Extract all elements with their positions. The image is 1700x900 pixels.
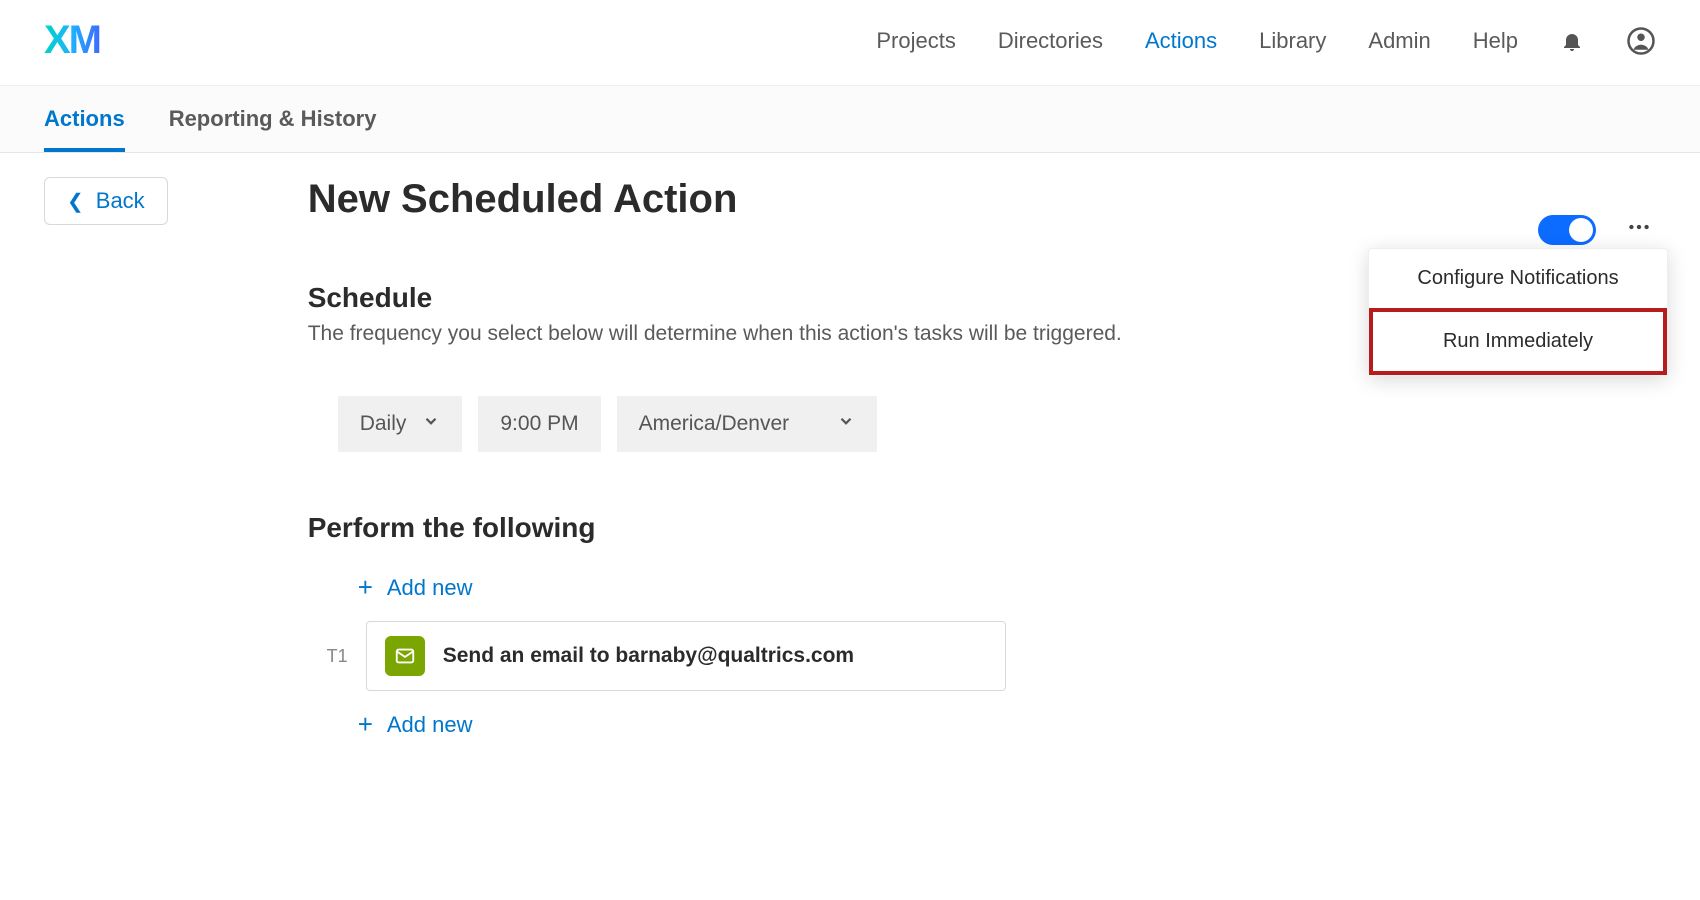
content: ❮ Back New Scheduled Action Configure No… [0,153,1700,764]
chevron-down-icon [837,412,855,436]
plus-icon: + [358,572,373,603]
add-new-label: Add new [387,575,473,601]
plus-icon: + [358,709,373,740]
time-value: 9:00 PM [500,412,578,436]
frequency-value: Daily [360,412,407,436]
top-bar: XM Projects Directories Actions Library … [0,0,1700,85]
add-new-top[interactable]: + Add new [358,572,473,603]
logo: XM [44,18,100,63]
nav-projects[interactable]: Projects [876,28,955,54]
nav-admin[interactable]: Admin [1368,28,1430,54]
timezone-value: America/Denver [639,412,790,436]
nav-library[interactable]: Library [1259,28,1326,54]
subtab-reporting[interactable]: Reporting & History [169,86,377,152]
back-button[interactable]: ❮ Back [44,177,168,225]
timezone-select[interactable]: America/Denver [617,396,877,452]
more-menu: Configure Notifications Run Immediately [1368,248,1668,376]
more-menu-button[interactable] [1622,210,1656,249]
add-new-bottom[interactable]: + Add new [358,709,473,740]
title-actions: Configure Notifications Run Immediately [1538,210,1656,249]
nav-help[interactable]: Help [1473,28,1518,54]
time-select[interactable]: 9:00 PM [478,396,600,452]
chevron-down-icon [422,412,440,436]
nav-actions[interactable]: Actions [1145,28,1217,54]
nav-directories[interactable]: Directories [998,28,1103,54]
chevron-left-icon: ❮ [67,189,84,214]
task-card[interactable]: Send an email to barnaby@qualtrics.com [366,621,1006,691]
enable-toggle[interactable] [1538,215,1596,245]
top-nav: Projects Directories Actions Library Adm… [876,26,1656,56]
menu-run-immediately[interactable]: Run Immediately [1369,308,1667,375]
sub-tabs: Actions Reporting & History [0,85,1700,153]
add-new-label: Add new [387,712,473,738]
menu-configure-notifications[interactable]: Configure Notifications [1369,249,1667,308]
task-label: Send an email to barnaby@qualtrics.com [443,644,854,668]
subtab-actions[interactable]: Actions [44,86,125,152]
back-label: Back [96,188,145,214]
task-row: T1 Send an email to barnaby@qualtrics.co… [308,621,1656,691]
account-icon[interactable] [1626,26,1656,56]
email-icon [385,636,425,676]
title-row: New Scheduled Action Configure Notificat… [308,177,1656,282]
page-title: New Scheduled Action [308,177,738,222]
schedule-controls: Daily 9:00 PM America/Denver [338,396,1656,452]
perform-title: Perform the following [308,512,1656,544]
main-column: New Scheduled Action Configure Notificat… [308,177,1656,740]
left-col: ❮ Back [44,177,168,225]
frequency-select[interactable]: Daily [338,396,463,452]
notifications-icon[interactable] [1560,29,1584,53]
task-id: T1 [308,646,348,667]
